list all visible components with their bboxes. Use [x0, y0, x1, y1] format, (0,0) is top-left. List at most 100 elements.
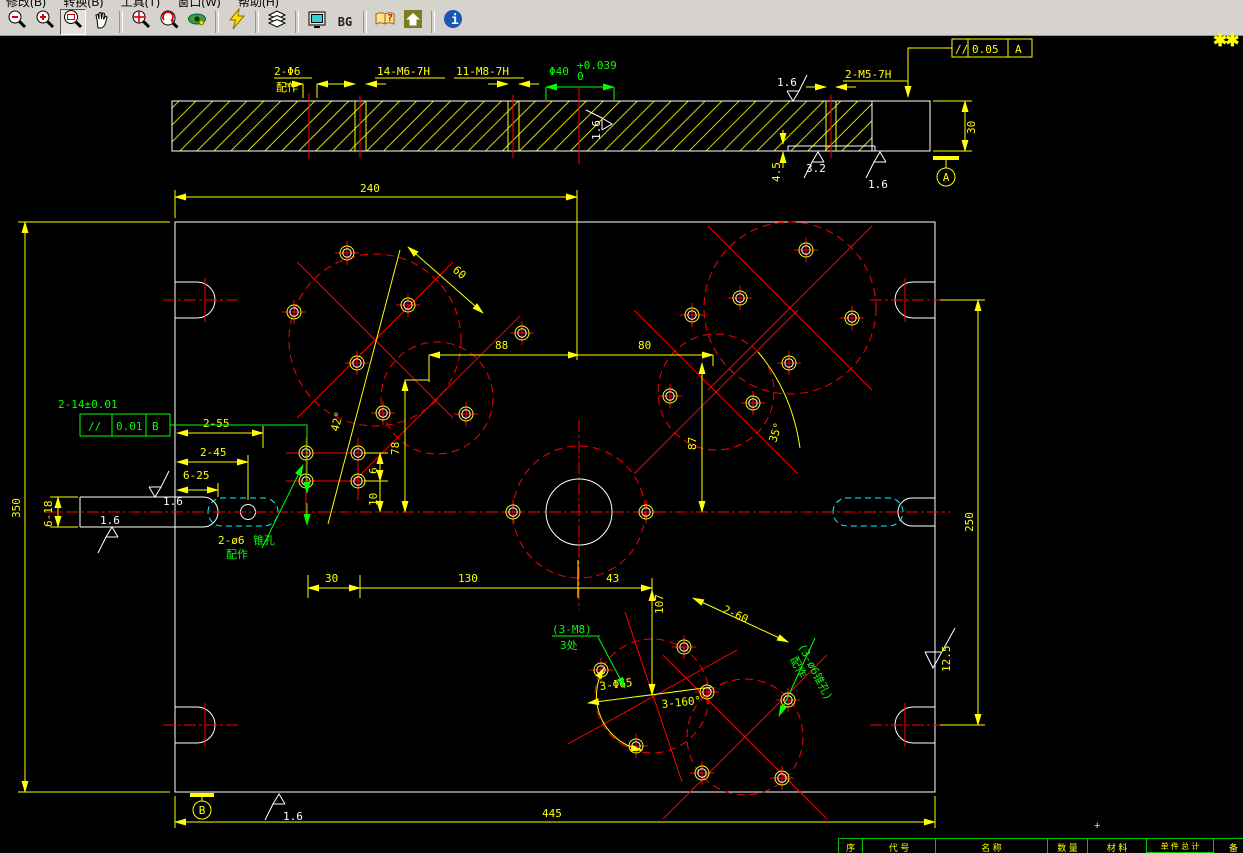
finish-value: 1.6: [100, 514, 120, 527]
dim-text: 2-60: [721, 603, 751, 626]
dim-text: 30: [965, 121, 978, 134]
finish-value: 1.6: [283, 810, 303, 823]
zoom-window-icon: [62, 8, 84, 35]
toolbar-separator: [363, 10, 367, 33]
toolbar-separator: [255, 10, 259, 33]
dim-2-55: 2-55: [176, 417, 264, 448]
bg-toggle-label: BG: [337, 14, 353, 29]
hole-callout-note: 配作: [276, 81, 298, 94]
bg-toggle-button[interactable]: BG: [332, 9, 358, 35]
redraw-button[interactable]: [224, 7, 250, 35]
bolt-circle-upper-left: [281, 240, 535, 481]
dim-text: 42°: [328, 410, 346, 433]
tb-col-qty: 数 量: [1048, 839, 1088, 853]
cone-callout-note: 配作: [226, 548, 248, 561]
thread-callout: 2-M5-7H: [845, 68, 891, 81]
bore-dimension: Φ40 +0.039 0: [545, 59, 617, 100]
dim-107: 107: [648, 589, 666, 696]
gdt-datum: A: [1015, 43, 1022, 56]
dim-text: 35°: [766, 421, 785, 444]
flash-icon: [226, 7, 248, 35]
dim-text: 107: [653, 594, 666, 614]
label-m5-holes: 2-M5-7H: [806, 68, 908, 91]
grid-plus-mark: +: [1094, 820, 1101, 832]
gdt-value: 0.05: [972, 43, 999, 56]
datum-b-symbol: B: [190, 793, 214, 820]
tb-col-code: 代 号: [863, 839, 936, 853]
monitor-icon: [306, 8, 328, 35]
dim-text: 88: [495, 339, 508, 352]
toolbar-separator: [215, 10, 219, 33]
hatch-area: [172, 101, 872, 151]
dim-text: 80: [638, 339, 651, 352]
layers-icon: [266, 8, 288, 35]
view-button[interactable]: [184, 9, 210, 35]
help-book-icon: ?: [374, 8, 396, 35]
m8-callout-note: 3处: [560, 639, 578, 652]
help-button[interactable]: ?: [372, 9, 398, 35]
menu-item-window[interactable]: 窗口(W): [177, 0, 220, 8]
dim-30-130-43: 30 130 43: [307, 560, 653, 598]
label-cone-holes: 2-ø6 锥孔 配作: [218, 464, 304, 561]
thread-callout: 11-M8-7H: [456, 65, 509, 78]
menu-item-help[interactable]: 帮助(H): [238, 0, 279, 8]
finish-value: 3.2: [806, 162, 826, 175]
zoom-in-icon: [34, 8, 56, 35]
menu-item-tools[interactable]: 工具(T): [121, 0, 160, 8]
dim-text: 350: [10, 498, 23, 518]
drawing-canvas[interactable]: 2-Φ6 配作 14-M6-7H 11-M8-7H Φ40 +0.039 0 1…: [0, 36, 1243, 853]
bore-tol-lower: 0: [577, 70, 584, 83]
dim-text: 6-18: [42, 501, 55, 528]
dim-350: 350: [10, 221, 170, 793]
thread-callout: 14-M6-7H: [377, 65, 430, 78]
zoom-out-button[interactable]: [4, 9, 30, 35]
dim-2-60: 2-60: [692, 597, 789, 643]
info-button[interactable]: i: [440, 9, 466, 35]
finish-value: 1.6: [163, 495, 183, 508]
parallelism-frame-top: // 0.05 A: [904, 38, 1033, 98]
tb-col-name: 名 称: [936, 839, 1048, 853]
eye-icon: [186, 8, 208, 35]
finish-value: 12.5: [940, 646, 953, 673]
zoom-window-button[interactable]: [60, 8, 86, 35]
finish-value: 1.6: [868, 178, 888, 191]
dowel-grid: [286, 438, 378, 516]
surface-finish-icon: [865, 151, 887, 179]
label-m8-holes: 11-M8-7H: [454, 65, 539, 88]
dim-text: 3-160°: [661, 694, 702, 711]
gdt-title: 2-14±0.01: [58, 398, 118, 411]
pan-hand-icon: [90, 8, 112, 35]
datum-letter: B: [199, 804, 206, 817]
dim-text: 6-25: [183, 469, 210, 482]
datum-letter: A: [943, 171, 950, 184]
menu-item-convert[interactable]: 转换(B): [63, 0, 103, 8]
dim-87: 87: [686, 362, 706, 513]
zoom-previous-button[interactable]: [156, 9, 182, 35]
zoom-all-button[interactable]: [128, 9, 154, 35]
dim-text: 130: [458, 572, 478, 585]
m8-callout: (3-M8): [552, 623, 592, 636]
toolbar-separator: [295, 10, 299, 33]
thickness-dim: 30: [933, 100, 978, 152]
display-settings-button[interactable]: [304, 9, 330, 35]
gdt-datum: B: [152, 420, 159, 433]
menu-item-modify[interactable]: 修改(B): [6, 0, 46, 8]
surface-finish-icon: [264, 793, 286, 821]
dim-text: 6: [367, 467, 380, 474]
dim-60-diag: 60: [407, 246, 484, 314]
home-button[interactable]: [400, 9, 426, 35]
pan-button[interactable]: [88, 9, 114, 35]
svg-text:i: i: [451, 13, 459, 28]
svg-text:?: ?: [387, 13, 393, 24]
label-2phi6-fit: 2-Φ6 配作: [274, 65, 335, 98]
zoom-in-button[interactable]: [32, 9, 58, 35]
label-m6-holes: 14-M6-7H: [335, 65, 445, 88]
menu-bar: 修改(B) 转换(B) 工具(T) 窗口(W) 帮助(H): [0, 0, 1243, 8]
title-block: 序 代 号 名 称 数 量 材 料 单 件 总 计 重 量 备: [838, 838, 1243, 853]
dim-text: 78: [389, 442, 402, 455]
layers-button[interactable]: [264, 9, 290, 35]
datum-a-symbol: A: [933, 156, 959, 187]
tb-col-index: 序: [839, 839, 863, 853]
finish-value: 1.6: [777, 76, 797, 89]
tb-col-remark: 备: [1214, 839, 1243, 853]
